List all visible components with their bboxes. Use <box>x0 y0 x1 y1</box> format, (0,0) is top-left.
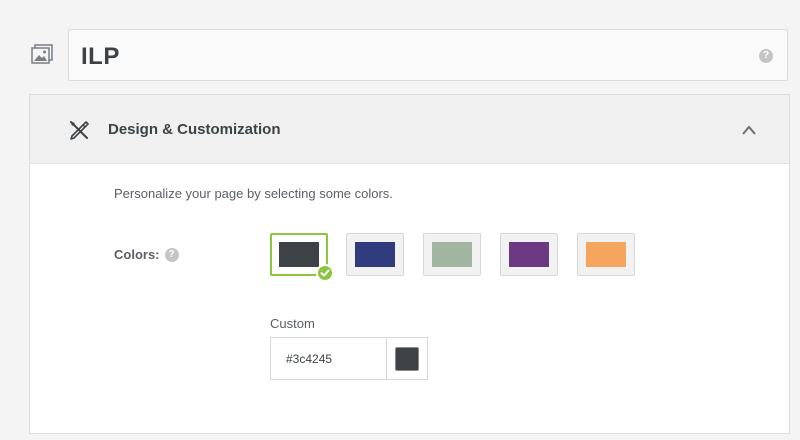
help-icon[interactable]: ? <box>164 247 179 262</box>
swatch-fill <box>586 242 626 267</box>
custom-color-label: Custom <box>270 316 315 331</box>
color-swatch-orange[interactable] <box>577 233 635 276</box>
swatch-fill <box>279 242 319 267</box>
panel-header[interactable]: Design & Customization <box>30 95 789 164</box>
custom-color-field <box>270 337 428 380</box>
colors-label-text: Colors: <box>114 247 160 262</box>
color-swatch-dark-gray[interactable] <box>270 233 334 282</box>
panel-title: Design & Customization <box>108 121 281 138</box>
design-customization-panel: Design & Customization Personalize your … <box>29 94 790 434</box>
swatch-fill <box>355 242 395 267</box>
custom-color-preview <box>395 346 419 371</box>
colors-label: Colors: ? <box>114 247 179 262</box>
custom-color-picker[interactable] <box>387 338 427 379</box>
chevron-up-icon[interactable] <box>741 123 757 135</box>
color-swatch-purple[interactable] <box>500 233 558 276</box>
swatch-fill <box>509 242 549 267</box>
custom-color-input[interactable] <box>271 338 387 379</box>
image-gallery-icon <box>30 42 54 66</box>
swatch-fill <box>432 242 472 267</box>
design-tools-icon <box>68 119 90 141</box>
color-swatch-sage[interactable] <box>423 233 481 276</box>
page-title-field[interactable]: ILP ? <box>68 29 788 81</box>
help-icon[interactable]: ? <box>759 49 773 63</box>
panel-description: Personalize your page by selecting some … <box>114 186 393 201</box>
check-icon <box>316 264 334 282</box>
page-title: ILP <box>81 43 120 70</box>
color-swatch-navy[interactable] <box>346 233 404 276</box>
